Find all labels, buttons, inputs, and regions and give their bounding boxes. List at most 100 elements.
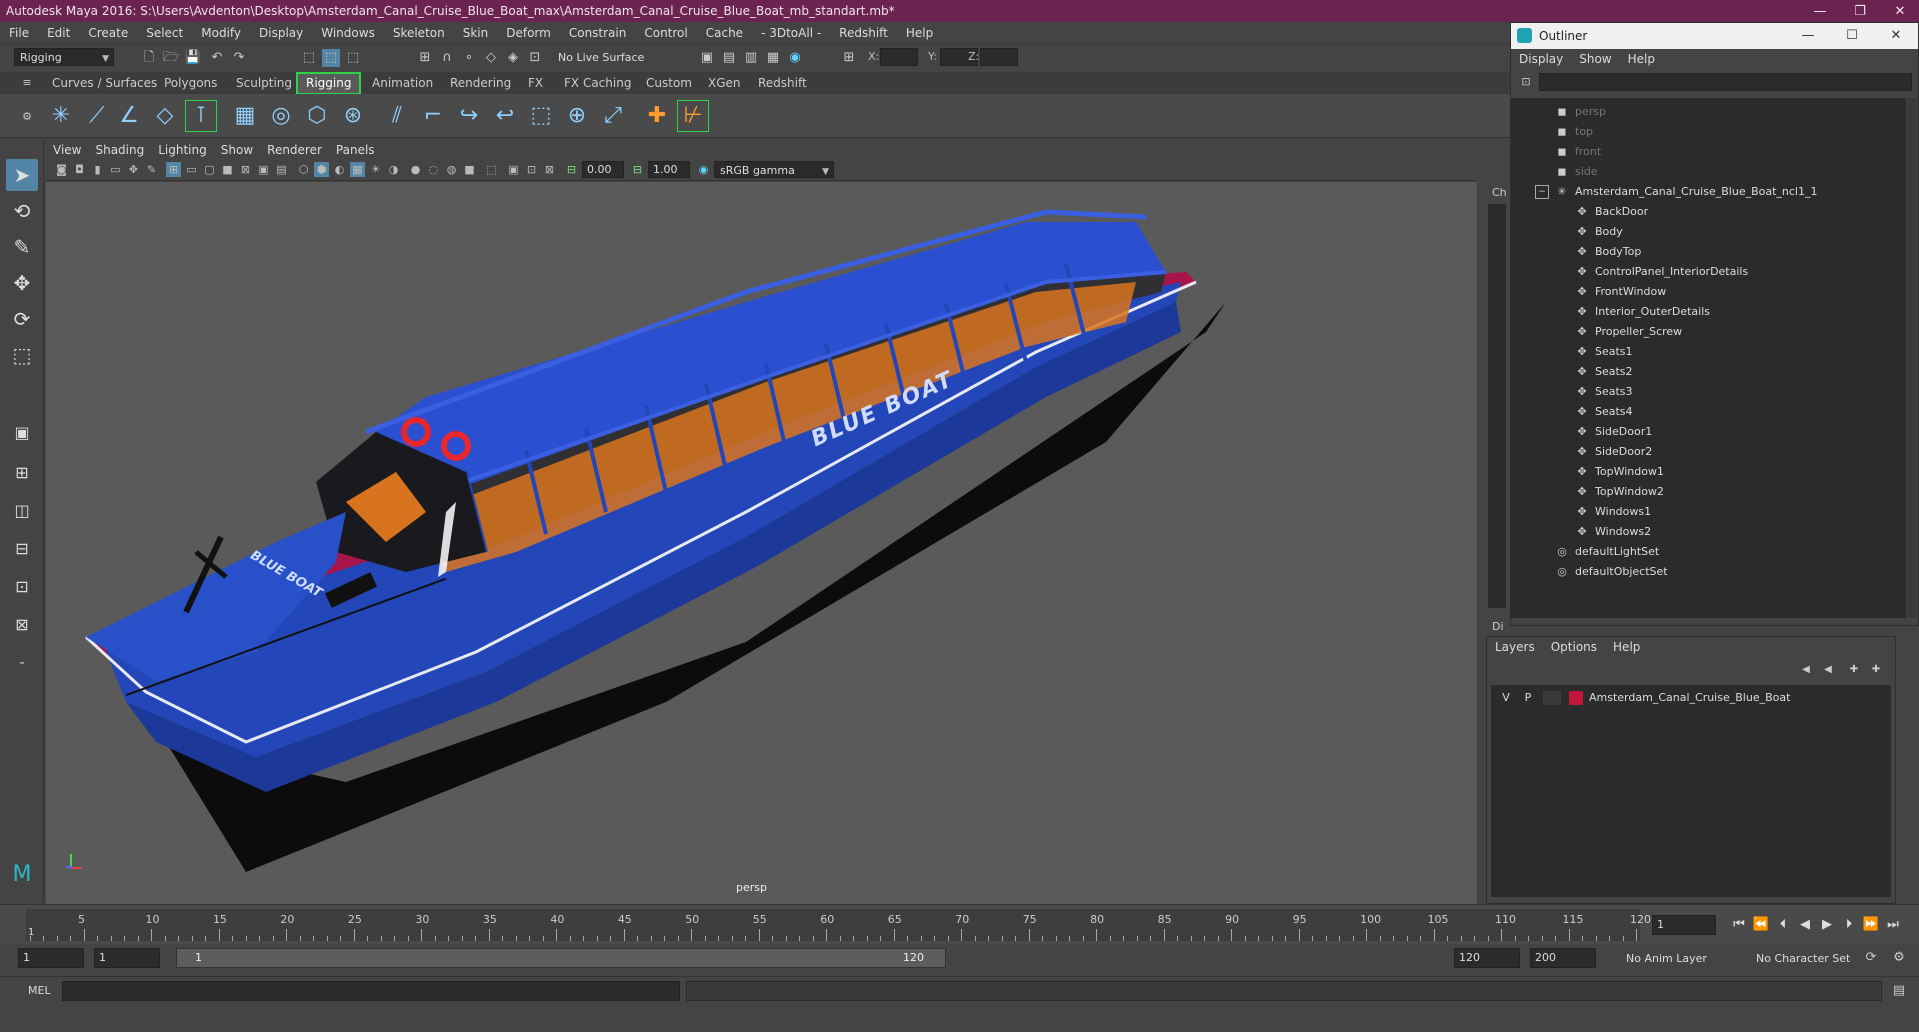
xray-icon[interactable]: ▣ (506, 162, 521, 177)
menu-select[interactable]: Select (137, 26, 192, 40)
snap-view-icon[interactable]: ◇ (482, 49, 500, 67)
playback-start-field[interactable]: 1 (94, 948, 160, 968)
exposure-icon[interactable]: ⊟ (564, 162, 579, 177)
step-back-key-icon[interactable]: ⏴ (1774, 916, 1792, 934)
layer-down-icon[interactable]: ◀ (1819, 661, 1837, 679)
menu-constrain[interactable]: Constrain (560, 26, 636, 40)
layer-up-icon[interactable]: ◀ (1797, 661, 1815, 679)
ik-spline-icon[interactable]: ∠ (114, 101, 144, 131)
orient-constraint-icon[interactable]: ↩ (490, 101, 520, 131)
outliner-item[interactable]: ✥ Seats4 (1511, 402, 1906, 422)
select-component-icon[interactable]: ⬚ (344, 49, 362, 67)
layer-visibility-toggle[interactable]: V (1497, 689, 1515, 707)
tab-rendering[interactable]: Rendering (442, 74, 519, 93)
four-pane-icon[interactable]: ⊞ (6, 457, 38, 489)
safe-action-icon[interactable]: ▣ (256, 162, 271, 177)
outliner-maximize-button[interactable]: ☐ (1830, 23, 1874, 49)
bookmark-icon[interactable]: ▮ (90, 162, 105, 177)
new-layer-selected-icon[interactable]: ✚ (1867, 661, 1885, 679)
outliner-item[interactable]: ✥ Windows1 (1511, 502, 1906, 522)
script-editor-icon[interactable]: ▤ (1890, 982, 1908, 1000)
tab-redshift[interactable]: Redshift (750, 74, 815, 93)
layer-color-swatch[interactable] (1569, 691, 1583, 705)
ipr-render-icon[interactable]: ▥ (742, 49, 760, 67)
filter-icon[interactable]: ⊡ (1517, 73, 1535, 91)
outliner-set[interactable]: ◎ defaultLightSet (1511, 542, 1906, 562)
anim-layer-dropdown[interactable]: No Anim Layer (1626, 952, 1707, 965)
outliner-item[interactable]: ✥ FrontWindow (1511, 282, 1906, 302)
mode-dropdown[interactable]: Rigging ▼ (14, 48, 114, 66)
command-input[interactable] (62, 981, 680, 1001)
go-to-start-icon[interactable]: ⏮ (1730, 916, 1748, 934)
color-management-icon[interactable]: ◉ (696, 162, 711, 177)
render-settings-icon[interactable]: ▦ (764, 49, 782, 67)
layer-menu-options[interactable]: Options (1543, 640, 1605, 654)
auto-key-icon[interactable]: ⟳ (1862, 949, 1880, 967)
outliner-set[interactable]: ◎ defaultObjectSet (1511, 562, 1906, 582)
cluster-icon[interactable]: ⊛ (338, 101, 368, 131)
smooth-shade-icon[interactable]: ⬢ (314, 162, 329, 177)
gamma-icon[interactable]: ⊟ (630, 162, 645, 177)
lattice-icon[interactable]: ⬡ (302, 101, 332, 131)
end-time-field[interactable]: 200 (1530, 948, 1596, 968)
outliner-item[interactable]: ✥ Seats1 (1511, 342, 1906, 362)
orient-joint-icon[interactable]: ⊺ (185, 100, 217, 132)
tab-fx[interactable]: FX (520, 74, 551, 93)
vp-menu-view[interactable]: View (46, 143, 88, 157)
outliner-minimize-button[interactable]: — (1786, 23, 1830, 49)
render-view-icon[interactable]: ▣ (698, 49, 716, 67)
depth-of-field-icon[interactable]: ■ (462, 162, 477, 177)
gate-mask-icon[interactable]: ■ (220, 162, 235, 177)
film-gate-icon[interactable]: ▭ (184, 162, 199, 177)
mirror-joint-icon[interactable]: ◇ (150, 101, 180, 131)
locator-icon[interactable]: ✚ (642, 101, 672, 131)
menu-create[interactable]: Create (79, 26, 137, 40)
character-set-dropdown[interactable]: No Character Set (1756, 952, 1850, 965)
step-forward-key-icon[interactable]: ⏵ (1840, 916, 1858, 934)
new-layer-icon[interactable]: ✚ (1845, 661, 1863, 679)
menu-redshift[interactable]: Redshift (830, 26, 897, 40)
grid-icon[interactable]: ⊞ (166, 162, 181, 177)
tab-sculpting[interactable]: Sculpting (228, 74, 300, 93)
layer-menu-help[interactable]: Help (1605, 640, 1648, 654)
close-button[interactable]: ✕ (1880, 0, 1919, 22)
outliner-item[interactable]: ✥ BackDoor (1511, 202, 1906, 222)
z-field[interactable] (980, 48, 1018, 66)
tab-curves-surfaces[interactable]: Curves / Surfaces (44, 74, 165, 93)
go-to-end-icon[interactable]: ⏭ (1884, 916, 1902, 934)
perspective-viewport[interactable]: BLUE BOAT BLUE BOAT persp (46, 182, 1477, 904)
shelf-settings-icon[interactable]: ⚙ (18, 108, 36, 126)
outliner-item[interactable]: ✥ TopWindow1 (1511, 462, 1906, 482)
outliner-menu-help[interactable]: Help (1620, 52, 1663, 66)
tab-polygons[interactable]: Polygons (156, 74, 225, 93)
image-plane-icon[interactable]: ▭ (108, 162, 123, 177)
xray-components-icon[interactable]: ⊠ (542, 162, 557, 177)
menu-modify[interactable]: Modify (192, 26, 250, 40)
move-tool-icon[interactable]: ✥ (6, 267, 38, 299)
menu-skin[interactable]: Skin (454, 26, 498, 40)
aim-constraint-icon[interactable]: ↪ (454, 101, 484, 131)
x-field[interactable] (880, 48, 918, 66)
tab-xgen[interactable]: XGen (700, 74, 749, 93)
outliner-search-input[interactable] (1539, 73, 1912, 91)
live-surface-field[interactable]: No Live Surface (552, 48, 652, 66)
use-lights-icon[interactable]: ☀ (368, 162, 383, 177)
select-object-icon[interactable]: ⬚ (322, 49, 340, 67)
outliner-close-button[interactable]: ✕ (1874, 23, 1918, 49)
minimize-button[interactable]: — (1800, 0, 1840, 22)
cluster-handle-icon[interactable]: ⊬ (677, 100, 709, 132)
outliner-camera-side[interactable]: ◼ side (1511, 162, 1906, 182)
safe-title-icon[interactable]: ▤ (274, 162, 289, 177)
xray-joints-icon[interactable]: ⊡ (524, 162, 539, 177)
smooth-bind-icon[interactable]: ◎ (266, 101, 296, 131)
outliner-item[interactable]: ✥ SideDoor2 (1511, 442, 1906, 462)
menu-edit[interactable]: Edit (38, 26, 79, 40)
transform-absolute-icon[interactable]: ⊞ (840, 49, 858, 67)
rotate-tool-icon[interactable]: ⟳ (6, 303, 38, 335)
textured-icon[interactable]: ▦ (350, 162, 365, 177)
outliner-camera-top[interactable]: ◼ top (1511, 122, 1906, 142)
menu-display[interactable]: Display (250, 26, 312, 40)
start-time-field[interactable]: 1 (18, 948, 84, 968)
camera-select-icon[interactable]: ◙ (54, 162, 69, 177)
hypershade-layout-icon[interactable]: ⊠ (6, 609, 38, 641)
